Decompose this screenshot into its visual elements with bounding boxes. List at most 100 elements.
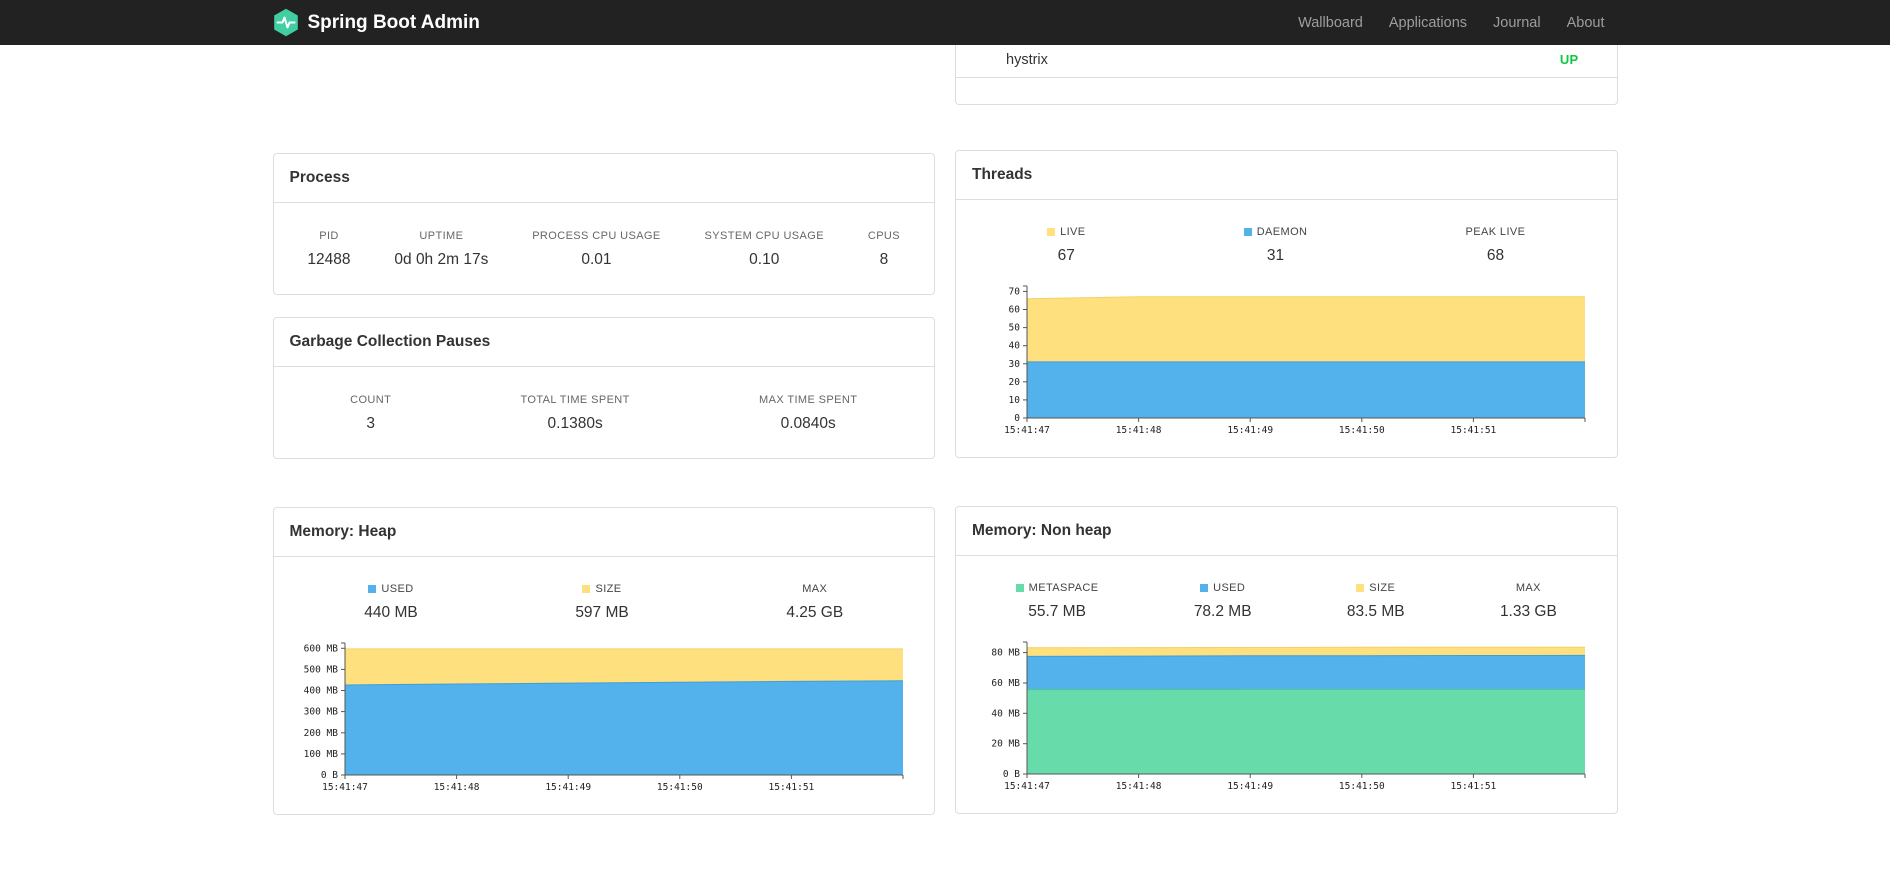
process-panel: Process PID 12488 UPTIME 0d 0h 2m 17s PR… bbox=[272, 153, 935, 295]
metric-cpus: CPUS 8 bbox=[868, 230, 900, 269]
svg-text:0 B: 0 B bbox=[320, 770, 337, 781]
metric-label: PROCESS CPU USAGE bbox=[532, 230, 661, 242]
svg-text:15:41:47: 15:41:47 bbox=[1004, 781, 1050, 792]
legend-swatch-icon bbox=[1015, 584, 1024, 592]
legend-metaspace: METASPACE 55.7 MB bbox=[1015, 582, 1099, 621]
brand-title: Spring Boot Admin bbox=[307, 11, 480, 33]
health-row: hystrix UP bbox=[956, 45, 1617, 78]
legend-size: SIZE 597 MB bbox=[575, 583, 628, 622]
threads-chart-area: 0 10 20 30 40 50 60 70 15:41:47 15:41:48 15:41:49 1… bbox=[956, 269, 1617, 457]
metric-gc-max-time: MAX TIME SPENT 0.0840s bbox=[759, 394, 857, 433]
legend-size: SIZE 83.5 MB bbox=[1347, 582, 1405, 621]
svg-text:200 MB: 200 MB bbox=[303, 728, 338, 739]
svg-text:20 MB: 20 MB bbox=[991, 739, 1020, 750]
metric-label: CPUS bbox=[867, 230, 901, 242]
metric-value: 0d 0h 2m 17s bbox=[394, 251, 489, 268]
svg-text:60 MB: 60 MB bbox=[991, 678, 1020, 689]
legend-daemon: DAEMON 31 bbox=[1243, 226, 1308, 265]
nav-item-applications[interactable]: Applications bbox=[1376, 15, 1480, 31]
svg-text:500 MB: 500 MB bbox=[303, 664, 338, 675]
heap-chart-area: 0 B 100 MB 200 MB 300 MB 400 MB 500 MB 600 MB 1… bbox=[274, 626, 935, 814]
svg-text:15:41:47: 15:41:47 bbox=[1004, 425, 1050, 436]
legend-max: MAX 1.33 GB bbox=[1500, 582, 1557, 621]
health-status-badge: UP bbox=[1559, 52, 1579, 67]
metric-label: UPTIME bbox=[419, 230, 464, 242]
svg-text:60: 60 bbox=[1009, 305, 1021, 316]
nonheap-legend: METASPACE 55.7 MB USED 78.2 MB SIZE 83.5… bbox=[956, 556, 1617, 625]
legend-live: LIVE 67 bbox=[1047, 226, 1085, 265]
legend-label: METASPACE bbox=[1015, 582, 1099, 594]
legend-swatch-icon bbox=[1243, 228, 1252, 236]
nonheap-chart: 0 B 20 MB 40 MB 60 MB 80 MB 15:41:47 15:41:48 1… bbox=[991, 641, 1586, 792]
metric-value: 0.1380s bbox=[547, 415, 603, 432]
svg-text:30: 30 bbox=[1009, 359, 1021, 370]
nav-item-journal[interactable]: Journal bbox=[1480, 15, 1554, 31]
right-column: hystrix UP Threads LIVE 67 DAEMON 31 PEA… bbox=[955, 45, 1618, 814]
legend-value: 31 bbox=[1266, 247, 1285, 264]
metric-label: SYSTEM CPU USAGE bbox=[704, 230, 824, 242]
legend-value: 4.25 GB bbox=[786, 604, 844, 621]
svg-text:100 MB: 100 MB bbox=[303, 749, 338, 760]
svg-text:15:41:49: 15:41:49 bbox=[545, 782, 591, 793]
svg-text:70: 70 bbox=[1009, 286, 1021, 297]
legend-value: 440 MB bbox=[364, 604, 418, 621]
svg-text:15:41:48: 15:41:48 bbox=[1116, 781, 1162, 792]
legend-used: USED 78.2 MB bbox=[1194, 582, 1252, 621]
svg-text:15:41:48: 15:41:48 bbox=[433, 782, 479, 793]
svg-text:0 B: 0 B bbox=[1003, 769, 1020, 780]
legend-label: USED bbox=[364, 583, 417, 595]
legend-value: 67 bbox=[1057, 247, 1075, 264]
threads-chart: 0 10 20 30 40 50 60 70 15:41:47 15:41:48 15:41:49 1… bbox=[1004, 285, 1586, 436]
metric-gc-count: COUNT 3 bbox=[350, 394, 391, 433]
legend-value: 55.7 MB bbox=[1028, 603, 1086, 620]
brand-link[interactable]: Spring Boot Admin bbox=[273, 8, 480, 37]
gc-metrics: COUNT 3 TOTAL TIME SPENT 0.1380s MAX TIM… bbox=[274, 367, 935, 458]
svg-text:50: 50 bbox=[1009, 323, 1021, 334]
legend-label: SIZE bbox=[1347, 582, 1405, 594]
svg-text:15:41:50: 15:41:50 bbox=[1339, 781, 1385, 792]
legend-label: PEAK LIVE bbox=[1465, 226, 1526, 238]
svg-text:15:41:51: 15:41:51 bbox=[1451, 781, 1497, 792]
legend-used: USED 440 MB bbox=[364, 583, 417, 622]
legend-swatch-icon bbox=[1200, 584, 1209, 592]
metric-uptime: UPTIME 0d 0h 2m 17s bbox=[394, 230, 488, 269]
metric-value: 0.01 bbox=[581, 251, 612, 268]
nav-item-wallboard[interactable]: Wallboard bbox=[1285, 15, 1376, 31]
metric-value: 8 bbox=[879, 251, 889, 268]
metric-gc-total-time: TOTAL TIME SPENT 0.1380s bbox=[520, 394, 629, 433]
svg-text:15:41:47: 15:41:47 bbox=[322, 782, 368, 793]
navbar: Spring Boot Admin Wallboard Applications… bbox=[0, 0, 1890, 45]
legend-swatch-icon bbox=[368, 585, 377, 593]
svg-text:15:41:49: 15:41:49 bbox=[1227, 425, 1273, 436]
legend-value: 68 bbox=[1486, 247, 1505, 264]
nav-item-about[interactable]: About bbox=[1554, 15, 1618, 31]
threads-panel-title: Threads bbox=[956, 151, 1617, 200]
svg-text:10: 10 bbox=[1009, 395, 1021, 406]
app-logo-icon bbox=[273, 8, 298, 37]
svg-text:15:41:51: 15:41:51 bbox=[1451, 425, 1497, 436]
metric-label: TOTAL TIME SPENT bbox=[520, 394, 630, 406]
svg-text:400 MB: 400 MB bbox=[303, 686, 338, 697]
gc-panel: Garbage Collection Pauses COUNT 3 TOTAL … bbox=[272, 317, 935, 459]
legend-value: 78.2 MB bbox=[1193, 603, 1252, 620]
svg-text:40 MB: 40 MB bbox=[991, 708, 1020, 719]
nav-links: Wallboard Applications Journal About bbox=[1285, 15, 1617, 31]
left-column: Process PID 12488 UPTIME 0d 0h 2m 17s PR… bbox=[272, 45, 935, 815]
main-content: Process PID 12488 UPTIME 0d 0h 2m 17s PR… bbox=[272, 45, 1618, 815]
legend-label: DAEMON bbox=[1243, 226, 1308, 238]
legend-label: LIVE bbox=[1047, 226, 1085, 238]
metric-system-cpu: SYSTEM CPU USAGE 0.10 bbox=[705, 230, 824, 269]
nonheap-chart-area: 0 B 20 MB 40 MB 60 MB 80 MB 15:41:47 15:41:48 1… bbox=[956, 625, 1617, 813]
metric-label: COUNT bbox=[350, 394, 392, 406]
metric-value: 12488 bbox=[307, 251, 351, 268]
svg-text:15:41:49: 15:41:49 bbox=[1227, 781, 1273, 792]
heap-chart: 0 B 100 MB 200 MB 300 MB 400 MB 500 MB 600 MB 1… bbox=[303, 642, 903, 793]
svg-text:20: 20 bbox=[1009, 377, 1021, 388]
metric-label: MAX TIME SPENT bbox=[759, 394, 858, 406]
memory-heap-panel-title: Memory: Heap bbox=[273, 508, 934, 557]
svg-text:80 MB: 80 MB bbox=[991, 648, 1020, 659]
svg-text:15:41:51: 15:41:51 bbox=[768, 782, 814, 793]
metric-label: PID bbox=[319, 230, 339, 242]
metric-pid: PID 12488 bbox=[307, 230, 350, 269]
svg-text:15:41:50: 15:41:50 bbox=[656, 782, 702, 793]
